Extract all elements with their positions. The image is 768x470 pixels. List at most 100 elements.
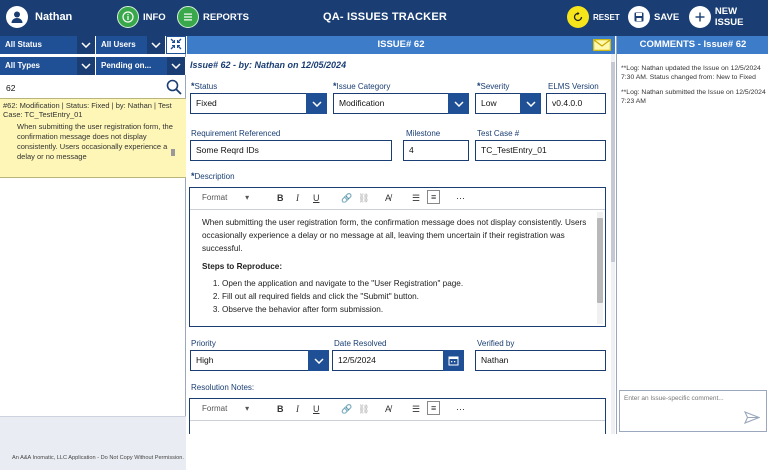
status-select[interactable]: Fixed bbox=[190, 93, 327, 114]
testcase-label: Test Case # bbox=[477, 129, 520, 138]
editor-scrollbar[interactable] bbox=[597, 212, 603, 324]
log-entry: **Log: Nathan updated the Issue on 12/5/… bbox=[621, 65, 761, 81]
underline-icon[interactable]: U bbox=[313, 193, 320, 203]
comments-header: COMMENTS - Issue# 62 bbox=[617, 36, 768, 54]
description-label: *Description bbox=[191, 171, 235, 181]
format-dropdown[interactable]: Format ▾ bbox=[202, 404, 249, 413]
verified-label: Verified by bbox=[477, 339, 515, 348]
list-item: Fill out all required fields and click t… bbox=[222, 291, 593, 304]
milestone-label: Milestone bbox=[406, 129, 441, 138]
comments-panel: COMMENTS - Issue# 62 **Log: Nathan updat… bbox=[616, 36, 768, 434]
list-item[interactable]: #62: Modification | Status: Fixed | by: … bbox=[0, 98, 186, 178]
search-icon[interactable] bbox=[166, 79, 182, 97]
top-bar: Nathan INFO REPORTS QA- ISSUES TRACKER R… bbox=[0, 0, 768, 36]
description-toolbar: Format ▾ B I U 🔗 ⛓ A̸ ☰ ≡ ⋯ bbox=[190, 188, 605, 210]
resolution-toolbar: Format ▾ B I U 🔗 ⛓ A̸ ☰ ≡ ⋯ bbox=[190, 399, 605, 421]
bullet-list-icon[interactable]: ☰ bbox=[412, 193, 420, 204]
reports-button[interactable]: REPORTS bbox=[177, 6, 249, 28]
result-scroll-thumb[interactable] bbox=[171, 149, 175, 156]
testcase-field[interactable]: TC_TestEntry_01 bbox=[475, 140, 606, 161]
calendar-icon[interactable] bbox=[443, 350, 464, 371]
info-button[interactable]: INFO bbox=[117, 6, 166, 28]
users-filter-value: All Users bbox=[101, 40, 136, 49]
date-resolved-value: 12/5/2024 bbox=[338, 355, 376, 365]
link-icon[interactable]: 🔗 bbox=[341, 193, 352, 204]
detail-scrollbar[interactable] bbox=[611, 54, 615, 434]
category-select[interactable]: Modification bbox=[333, 93, 469, 114]
chevron-down-icon bbox=[448, 93, 469, 114]
search-input[interactable]: 62 bbox=[2, 80, 184, 96]
more-icon[interactable]: ⋯ bbox=[456, 193, 465, 204]
new-issue-button[interactable]: NEW ISSUE bbox=[689, 6, 768, 28]
list-item: Observe the behavior after form submissi… bbox=[222, 304, 593, 317]
list-item: Open the application and navigate to the… bbox=[222, 278, 593, 291]
types-filter-value: All Types bbox=[5, 61, 40, 70]
comment-input[interactable]: Enter an Issue-specific comment... bbox=[619, 390, 767, 432]
pending-filter[interactable]: Pending on... bbox=[96, 57, 186, 75]
numbered-list-icon[interactable]: ≡ bbox=[427, 190, 441, 204]
status-label: *Status bbox=[191, 81, 218, 91]
italic-icon[interactable]: I bbox=[296, 404, 299, 414]
reports-label: REPORTS bbox=[203, 11, 249, 23]
clear-format-icon[interactable]: A̸ bbox=[385, 404, 391, 414]
comment-placeholder: Enter an Issue-specific comment... bbox=[624, 395, 724, 402]
copyright-text: An A&A Inomatic, LLC Application - Do No… bbox=[12, 455, 184, 461]
resolution-editor[interactable]: Format ▾ B I U 🔗 ⛓ A̸ ☰ ≡ ⋯ bbox=[189, 398, 606, 434]
reset-button[interactable]: RESET bbox=[567, 6, 620, 28]
send-icon[interactable] bbox=[743, 410, 761, 426]
italic-icon[interactable]: I bbox=[296, 193, 299, 203]
underline-icon[interactable]: U bbox=[313, 404, 320, 414]
date-resolved-field[interactable]: 12/5/2024 bbox=[332, 350, 464, 371]
mail-icon[interactable] bbox=[593, 39, 611, 54]
severity-label: *Severity bbox=[477, 81, 510, 91]
chevron-down-icon bbox=[77, 57, 95, 75]
status-filter[interactable]: All Status bbox=[0, 36, 96, 54]
status-filter-value: All Status bbox=[5, 40, 42, 49]
user-name: Nathan bbox=[35, 11, 73, 23]
priority-select[interactable]: High bbox=[190, 350, 329, 371]
elms-version-field[interactable]: v0.4.0.0 bbox=[546, 93, 606, 114]
bold-icon[interactable]: B bbox=[277, 404, 284, 414]
app-title: QA- ISSUES TRACKER bbox=[323, 11, 447, 23]
status-value: Fixed bbox=[196, 98, 217, 108]
plus-icon bbox=[689, 6, 711, 28]
bold-icon[interactable]: B bbox=[277, 193, 284, 203]
milestone-field[interactable]: 4 bbox=[403, 140, 469, 161]
user-avatar-icon bbox=[6, 6, 28, 28]
save-label: SAVE bbox=[654, 11, 680, 23]
verified-field[interactable]: Nathan bbox=[475, 350, 606, 371]
collapse-icon bbox=[170, 38, 182, 52]
pending-filter-value: Pending on... bbox=[101, 61, 152, 70]
severity-select[interactable]: Low bbox=[475, 93, 541, 114]
description-editor[interactable]: Format ▾ B I U 🔗 ⛓ A̸ ☰ ≡ ⋯ When submitt… bbox=[189, 187, 606, 327]
users-filter[interactable]: All Users bbox=[96, 36, 166, 54]
format-dropdown[interactable]: Format ▾ bbox=[202, 193, 249, 202]
issue-byline: Issue# 62 - by: Nathan on 12/05/2024 bbox=[190, 60, 347, 70]
reports-icon bbox=[177, 6, 199, 28]
issues-list-panel: All Status All Users All Types Pending o… bbox=[0, 36, 186, 470]
left-footer: An A&A Inomatic, LLC Application - Do No… bbox=[0, 416, 186, 470]
link-icon[interactable]: 🔗 bbox=[341, 404, 352, 415]
requirement-field[interactable]: Some Reqrd IDs bbox=[190, 140, 392, 161]
numbered-list-icon[interactable]: ≡ bbox=[427, 401, 441, 415]
priority-value: High bbox=[196, 355, 214, 365]
clear-format-icon[interactable]: A̸ bbox=[385, 193, 391, 203]
bullet-list-icon[interactable]: ☰ bbox=[412, 404, 420, 415]
collapse-filters-button[interactable] bbox=[166, 36, 186, 54]
info-label: INFO bbox=[143, 11, 166, 23]
category-value: Modification bbox=[339, 98, 385, 108]
description-content: When submitting the user registration fo… bbox=[190, 210, 605, 317]
result-header: #62: Modification | Status: Fixed | by: … bbox=[3, 101, 172, 119]
info-icon bbox=[117, 6, 139, 28]
save-button[interactable]: SAVE bbox=[628, 6, 679, 28]
log-entry: **Log: Nathan submitted the Issue on 12/… bbox=[621, 89, 766, 105]
more-icon[interactable]: ⋯ bbox=[456, 404, 465, 415]
severity-value: Low bbox=[481, 98, 497, 108]
types-filter[interactable]: All Types bbox=[0, 57, 96, 75]
unlink-icon[interactable]: ⛓ bbox=[358, 404, 369, 415]
user-profile[interactable]: Nathan bbox=[6, 6, 72, 28]
unlink-icon[interactable]: ⛓ bbox=[358, 193, 369, 204]
issue-header-title: ISSUE# 62 bbox=[377, 39, 425, 50]
requirement-label: Requirement Referenced bbox=[191, 129, 281, 138]
chevron-down-icon bbox=[167, 57, 185, 75]
